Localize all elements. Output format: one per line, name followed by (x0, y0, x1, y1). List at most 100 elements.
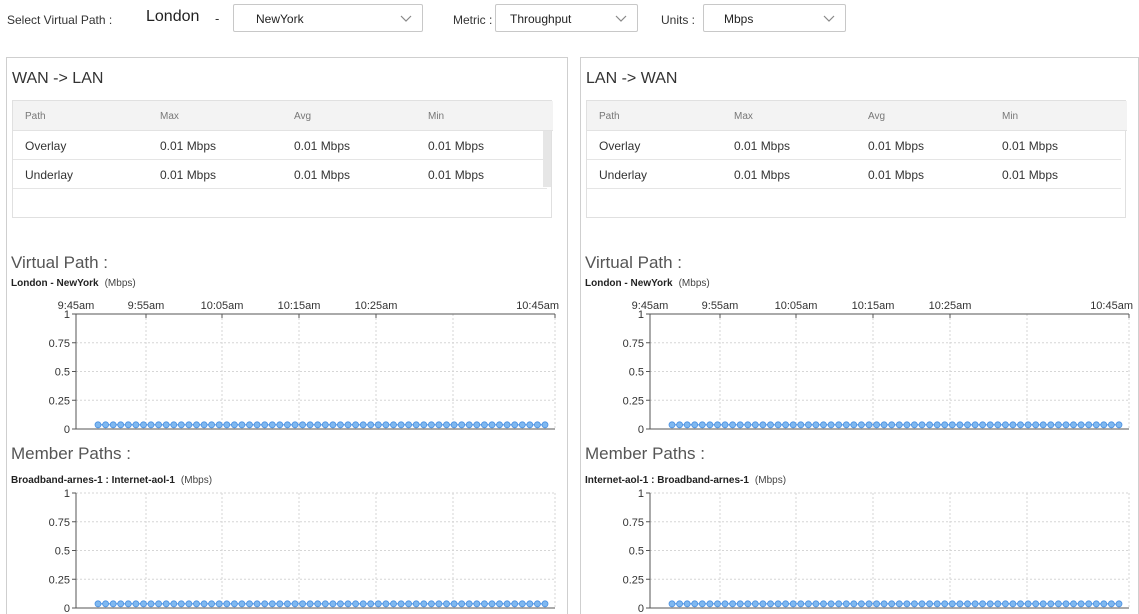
data-point (827, 600, 835, 608)
data-point (986, 600, 994, 608)
data-point (994, 600, 1002, 608)
data-point (200, 600, 208, 608)
data-point (820, 421, 827, 429)
table-scrollbar[interactable] (543, 131, 551, 187)
data-point (1100, 421, 1108, 429)
cell-path: Overlay (599, 139, 641, 153)
col-max: Max (734, 111, 753, 122)
metric-select[interactable]: Throughput (495, 4, 638, 32)
data-point (230, 421, 238, 429)
data-point (329, 600, 337, 608)
data-point (473, 421, 481, 429)
units-select-value: Mbps (724, 12, 754, 26)
data-point (223, 421, 231, 429)
data-point (162, 600, 170, 608)
data-point (789, 600, 797, 608)
data-point (751, 421, 759, 429)
data-point (698, 600, 706, 608)
data-point (450, 421, 458, 429)
data-point (155, 421, 163, 429)
data-point (926, 421, 934, 429)
data-point (736, 421, 744, 429)
table-row[interactable]: Underlay 0.01 Mbps 0.01 Mbps 0.01 Mbps (13, 160, 547, 189)
data-point (933, 421, 941, 429)
data-point (1009, 600, 1017, 608)
site-to-select[interactable]: NewYork (233, 4, 423, 32)
data-point (109, 600, 117, 608)
data-point (541, 421, 549, 429)
panel-wan-to-lan: WAN -> LAN Path Max Avg Min Overlay 0.01… (6, 57, 568, 614)
data-point (1047, 421, 1055, 429)
y-tick-label: 0.5 (629, 546, 644, 558)
data-point (812, 421, 820, 429)
data-point (450, 600, 458, 608)
data-point (691, 600, 699, 608)
col-avg: Avg (868, 111, 886, 122)
data-point (511, 600, 519, 608)
x-tick-label: 9:55am (702, 300, 739, 312)
data-point (261, 421, 269, 429)
data-point (336, 600, 344, 608)
cell-avg: 0.01 Mbps (868, 168, 925, 182)
col-min: Min (1002, 111, 1019, 122)
x-tick-label: 10:45am (516, 300, 559, 312)
data-point (261, 600, 269, 608)
data-point (534, 600, 541, 608)
data-point (185, 600, 193, 608)
panel-lan-to-wan: LAN -> WAN Path Max Avg Min Overlay 0.01… (580, 57, 1139, 614)
cell-max: 0.01 Mbps (734, 139, 791, 153)
chart-name: Broadband-arnes-1 : Internet-aol-1 (11, 475, 175, 486)
chart-unit: (Mbps) (754, 475, 787, 486)
units-select[interactable]: Mbps (703, 4, 846, 32)
data-point (865, 421, 873, 429)
data-point (503, 600, 511, 608)
data-point (691, 421, 699, 429)
data-point (465, 421, 473, 429)
data-point (676, 421, 683, 429)
data-point (132, 600, 140, 608)
data-point (706, 421, 714, 429)
col-path: Path (25, 111, 46, 122)
member-paths-chart: 1 0.75 0.5 0.25 0 (7, 487, 562, 614)
data-point (971, 421, 979, 429)
data-point (789, 421, 797, 429)
data-point (895, 600, 903, 608)
data-point (1024, 600, 1032, 608)
col-path: Path (599, 111, 620, 122)
data-point (744, 421, 752, 429)
data-point (812, 600, 820, 608)
data-point (253, 600, 261, 608)
data-point (405, 600, 413, 608)
cell-min: 0.01 Mbps (428, 139, 485, 153)
data-point (246, 421, 253, 429)
data-point (880, 600, 888, 608)
data-point (721, 421, 729, 429)
data-point (918, 421, 926, 429)
data-point (873, 421, 881, 429)
table-row[interactable]: Overlay 0.01 Mbps 0.01 Mbps 0.01 Mbps (13, 131, 547, 160)
virtual-path-label: Select Virtual Path : (7, 13, 113, 27)
y-tick-label: 0.5 (55, 367, 70, 379)
table-row[interactable]: Underlay 0.01 Mbps 0.01 Mbps 0.01 Mbps (587, 160, 1121, 189)
data-point (526, 600, 534, 608)
y-tick-label: 1 (638, 488, 644, 500)
table-row[interactable]: Overlay 0.01 Mbps 0.01 Mbps 0.01 Mbps (587, 131, 1121, 160)
data-point (496, 600, 503, 608)
data-point (706, 600, 714, 608)
data-point (200, 421, 208, 429)
data-point (1047, 600, 1055, 608)
cell-max: 0.01 Mbps (734, 168, 791, 182)
panel-title: LAN -> WAN (586, 70, 678, 87)
data-point (850, 421, 858, 429)
data-point (299, 600, 307, 608)
data-point (397, 421, 405, 429)
data-point (721, 600, 729, 608)
x-tick-label: 10:15am (852, 300, 895, 312)
data-point (1092, 421, 1100, 429)
data-point (729, 421, 737, 429)
y-tick-label: 0.75 (623, 517, 644, 529)
y-tick-label: 0.5 (55, 546, 70, 558)
data-point (268, 421, 276, 429)
data-point (1032, 421, 1040, 429)
stats-table: Path Max Avg Min Overlay 0.01 Mbps 0.01 … (586, 100, 1127, 218)
